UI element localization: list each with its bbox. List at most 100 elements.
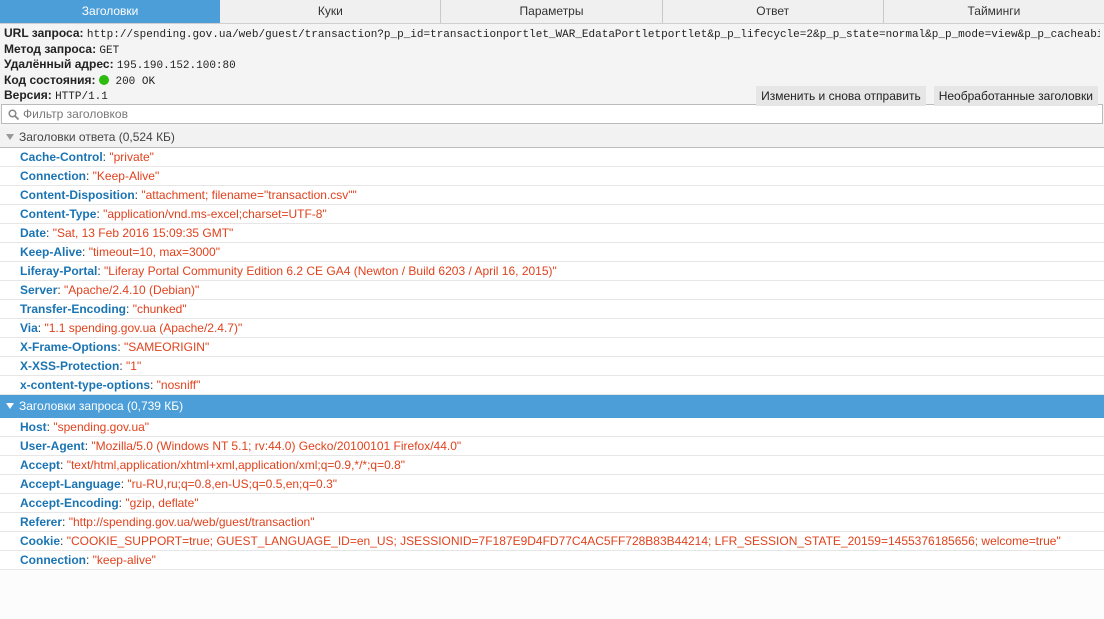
header-name: X-Frame-Options xyxy=(20,340,118,354)
header-separator: : xyxy=(86,553,93,567)
header-row[interactable]: x-content-type-options: "nosniff" xyxy=(0,376,1104,395)
tab-response[interactable]: Ответ xyxy=(663,0,884,23)
header-separator: : xyxy=(60,534,67,548)
header-name: x-content-type-options xyxy=(20,378,150,392)
url-value: http://spending.gov.ua/web/guest/transac… xyxy=(86,29,1100,41)
tab-headers[interactable]: Заголовки xyxy=(0,0,221,23)
remote-label: Удалённый адрес: xyxy=(4,57,114,71)
header-name: Host xyxy=(20,420,47,434)
header-value: "SAMEORIGIN" xyxy=(124,340,210,354)
method-value: GET xyxy=(99,44,120,57)
filter-headers-input[interactable]: Фильтр заголовков xyxy=(1,104,1103,124)
header-value: "nosniff" xyxy=(156,378,201,392)
collapse-triangle-icon xyxy=(6,134,14,140)
header-row[interactable]: Accept-Encoding: "gzip, deflate" xyxy=(0,494,1104,513)
header-name: Connection xyxy=(20,169,86,183)
header-value: "spending.gov.ua" xyxy=(53,420,150,434)
header-separator: : xyxy=(46,226,53,240)
response-headers-title: Заголовки ответа (0,524 КБ) xyxy=(19,130,175,144)
header-name: X-XSS-Protection xyxy=(20,359,120,373)
request-headers-section[interactable]: Заголовки запроса (0,739 КБ) xyxy=(0,395,1104,418)
header-row[interactable]: X-XSS-Protection: "1" xyxy=(0,357,1104,376)
header-name: Cookie xyxy=(20,534,61,548)
url-row: URL запроса: http://spending.gov.ua/web/… xyxy=(4,26,1100,42)
tab-params[interactable]: Параметры xyxy=(441,0,663,23)
header-value: "private" xyxy=(109,150,154,164)
header-value: "1" xyxy=(126,359,142,373)
header-row[interactable]: Date: "Sat, 13 Feb 2016 15:09:35 GMT" xyxy=(0,224,1104,243)
collapse-triangle-icon xyxy=(6,403,14,409)
header-name: Accept xyxy=(20,458,61,472)
header-value: "Apache/2.4.10 (Debian)" xyxy=(64,283,200,297)
header-value: "1.1 spending.gov.ua (Apache/2.4.7)" xyxy=(44,321,243,335)
header-name: Content-Type xyxy=(20,207,97,221)
header-name: Referer xyxy=(20,515,63,529)
header-name: Cache-Control xyxy=(20,150,103,164)
header-row[interactable]: Via: "1.1 spending.gov.ua (Apache/2.4.7)… xyxy=(0,319,1104,338)
header-row[interactable]: Cookie: "COOKIE_SUPPORT=true; GUEST_LANG… xyxy=(0,532,1104,551)
header-name: Server xyxy=(20,283,58,297)
header-value: "Sat, 13 Feb 2016 15:09:35 GMT" xyxy=(52,226,234,240)
header-value: "Mozilla/5.0 (Windows NT 5.1; rv:44.0) G… xyxy=(91,439,462,453)
header-value: "Liferay Portal Community Edition 6.2 CE… xyxy=(104,264,557,278)
status-dot-icon xyxy=(99,74,110,85)
status-label: Код состояния: xyxy=(4,72,96,87)
header-value: "COOKIE_SUPPORT=true; GUEST_LANGUAGE_ID=… xyxy=(66,534,1061,548)
tab-bar: Заголовки Куки Параметры Ответ Тайминги xyxy=(0,0,1104,24)
status-value: 200 OK xyxy=(115,75,156,88)
header-row[interactable]: Accept-Language: "ru-RU,ru;q=0.8,en-US;q… xyxy=(0,475,1104,494)
header-name: Via xyxy=(20,321,38,335)
tab-cookies[interactable]: Куки xyxy=(220,0,442,23)
header-name: Date xyxy=(20,226,47,240)
header-separator: : xyxy=(86,169,93,183)
header-row[interactable]: Liferay-Portal: "Liferay Portal Communit… xyxy=(0,262,1104,281)
header-row[interactable]: X-Frame-Options: "SAMEORIGIN" xyxy=(0,338,1104,357)
header-name: Liferay-Portal xyxy=(20,264,98,278)
edit-resend-button[interactable]: Изменить и снова отправить xyxy=(756,86,926,106)
header-row[interactable]: Cache-Control: "private" xyxy=(0,148,1104,167)
header-name: Transfer-Encoding xyxy=(20,302,127,316)
header-separator: : xyxy=(60,458,67,472)
search-icon xyxy=(8,108,19,120)
header-name: Accept-Encoding xyxy=(20,496,119,510)
header-name: Accept-Language xyxy=(20,477,121,491)
header-value: "attachment; filename="transaction.csv"" xyxy=(141,188,357,202)
header-row[interactable]: Accept: "text/html,application/xhtml+xml… xyxy=(0,456,1104,475)
header-row[interactable]: Transfer-Encoding: "chunked" xyxy=(0,300,1104,319)
header-value: "chunked" xyxy=(132,302,187,316)
header-value: "ru-RU,ru;q=0.8,en-US;q=0.5,en;q=0.3" xyxy=(127,477,338,491)
remote-value: 195.190.152.100:80 xyxy=(116,60,236,72)
header-value: "keep-alive" xyxy=(92,553,156,567)
version-value: HTTP/1.1 xyxy=(55,91,108,103)
header-name: Keep-Alive xyxy=(20,245,83,259)
header-row[interactable]: Connection: "keep-alive" xyxy=(0,551,1104,570)
header-value: "application/vnd.ms-excel;charset=UTF-8" xyxy=(103,207,327,221)
header-value: "gzip, deflate" xyxy=(125,496,199,510)
header-separator: : xyxy=(82,245,89,259)
tab-timings[interactable]: Тайминги xyxy=(884,0,1104,23)
header-value: "http://spending.gov.ua/web/guest/transa… xyxy=(68,515,315,529)
version-label: Версия: xyxy=(4,88,52,102)
header-value: "Keep-Alive" xyxy=(92,169,160,183)
remote-row: Удалённый адрес: 195.190.152.100:80 xyxy=(4,57,1100,73)
request-headers-title: Заголовки запроса (0,739 КБ) xyxy=(19,399,184,413)
header-row[interactable]: Referer: "http://spending.gov.ua/web/gue… xyxy=(0,513,1104,532)
header-name: User-Agent xyxy=(20,439,85,453)
raw-headers-button[interactable]: Необработанные заголовки xyxy=(933,86,1098,106)
header-row[interactable]: Host: "spending.gov.ua" xyxy=(0,418,1104,437)
header-row[interactable]: Content-Disposition: "attachment; filena… xyxy=(0,186,1104,205)
header-separator: : xyxy=(117,340,125,354)
filter-placeholder: Фильтр заголовков xyxy=(23,107,128,121)
header-row[interactable]: Server: "Apache/2.4.10 (Debian)" xyxy=(0,281,1104,300)
header-name: Content-Disposition xyxy=(20,188,135,202)
header-row[interactable]: Keep-Alive: "timeout=10, max=3000" xyxy=(0,243,1104,262)
header-row[interactable]: User-Agent: "Mozilla/5.0 (Windows NT 5.1… xyxy=(0,437,1104,456)
method-row: Метод запроса: GET xyxy=(4,42,1100,58)
request-summary: URL запроса: http://spending.gov.ua/web/… xyxy=(0,24,1104,106)
response-headers-section[interactable]: Заголовки ответа (0,524 КБ) xyxy=(0,127,1104,148)
header-value: "text/html,application/xhtml+xml,applica… xyxy=(66,458,406,472)
header-row[interactable]: Connection: "Keep-Alive" xyxy=(0,167,1104,186)
method-label: Метод запроса: xyxy=(4,41,97,56)
header-row[interactable]: Content-Type: "application/vnd.ms-excel;… xyxy=(0,205,1104,224)
response-headers-list: Cache-Control: "private" Connection: "Kee… xyxy=(0,148,1104,395)
